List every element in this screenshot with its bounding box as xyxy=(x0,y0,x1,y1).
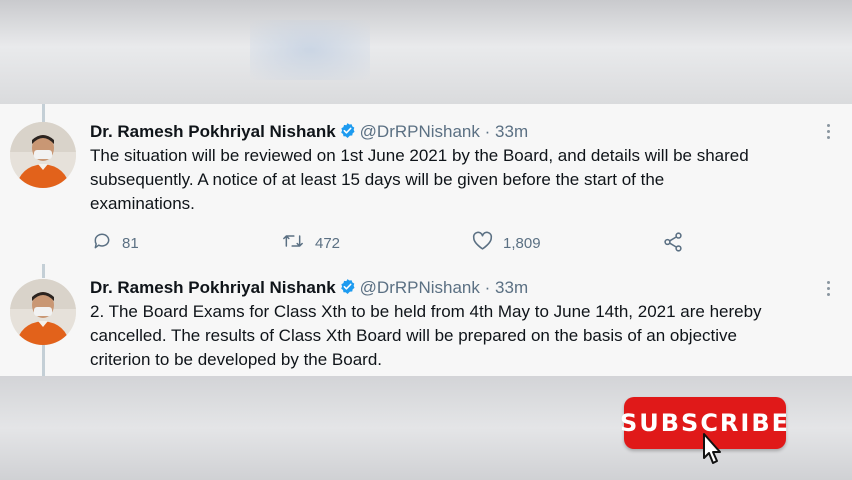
avatar[interactable] xyxy=(10,279,76,345)
thread-line-bottom xyxy=(42,345,45,376)
tweet-header: Dr. Ramesh Pokhriyal Nishank @DrRPNishank… xyxy=(90,122,528,144)
author-name[interactable]: Dr. Ramesh Pokhriyal Nishank xyxy=(90,278,336,297)
thread-line-middle xyxy=(42,264,45,278)
retweet-count: 472 xyxy=(315,234,341,252)
author-handle[interactable]: @DrRPNishank xyxy=(360,122,480,141)
reply-count: 81 xyxy=(122,234,139,252)
tweet-text: The situation will be reviewed on 1st Ju… xyxy=(90,146,749,213)
author-handle[interactable]: @DrRPNishank xyxy=(360,278,480,297)
tweet-text: 2. The Board Exams for Class Xth to be h… xyxy=(90,302,762,369)
more-vertical-icon[interactable] xyxy=(824,281,832,296)
retweet-button[interactable]: 472 xyxy=(281,231,340,255)
separator: · xyxy=(484,278,491,297)
tweet-feed: Dr. Ramesh Pokhriyal Nishank @DrRPNishank… xyxy=(0,104,852,376)
author-name[interactable]: Dr. Ramesh Pokhriyal Nishank xyxy=(90,122,336,141)
blurred-background-top xyxy=(0,0,852,104)
like-button[interactable]: 1,809 xyxy=(472,231,541,255)
more-vertical-icon[interactable] xyxy=(824,124,832,139)
verified-badge-icon xyxy=(339,278,356,300)
like-count: 1,809 xyxy=(503,234,541,252)
avatar[interactable] xyxy=(10,122,76,188)
separator: · xyxy=(484,122,491,141)
reply-icon xyxy=(92,231,112,255)
share-icon xyxy=(662,231,684,257)
heart-icon xyxy=(472,231,493,255)
tweet-header: Dr. Ramesh Pokhriyal Nishank @DrRPNishank… xyxy=(90,278,528,300)
timestamp[interactable]: 33m xyxy=(495,278,528,297)
reply-button[interactable]: 81 xyxy=(92,231,139,255)
retweet-icon xyxy=(281,231,305,255)
thread-line-top xyxy=(42,104,45,122)
share-button[interactable] xyxy=(662,231,684,257)
hand-pointer-icon xyxy=(698,432,728,477)
verified-badge-icon xyxy=(339,122,356,144)
timestamp[interactable]: 33m xyxy=(495,122,528,141)
